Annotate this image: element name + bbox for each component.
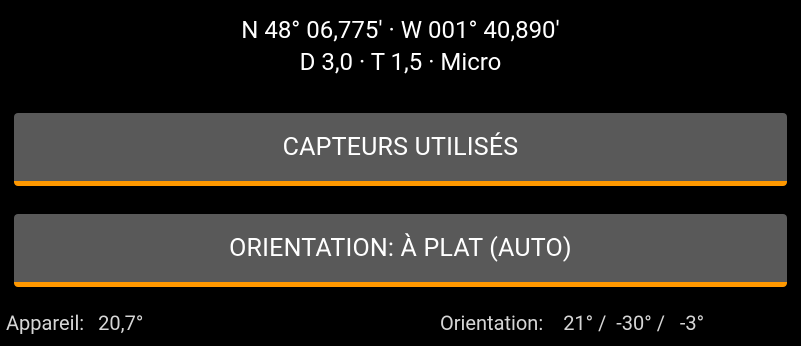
orientation-button-label: ORIENTATION: À PLAT (AUTO) [229,233,572,263]
device-label: Appareil: [6,311,85,335]
sensors-used-label: CAPTEURS UTILISÉS [282,132,519,162]
orientation-button[interactable]: ORIENTATION: À PLAT (AUTO) [14,214,787,287]
orientation-status-value: 21° / -30° / -3° [563,311,705,335]
sensors-used-button[interactable]: CAPTEURS UTILISÉS [14,113,787,186]
coordinates-text: N 48° 06,775' · W 001° 40,890' [241,16,560,44]
device-value: 20,7° [98,311,144,335]
orientation-status: Orientation: 21° / -30° / -3° [440,309,704,337]
cache-details-text: D 3,0 · T 1,5 · Micro [299,48,502,76]
device-heading-status: Appareil: 20,7° [6,309,143,337]
orientation-status-label: Orientation: [440,311,544,335]
location-header: N 48° 06,775' · W 001° 40,890' D 3,0 · T… [0,14,801,78]
